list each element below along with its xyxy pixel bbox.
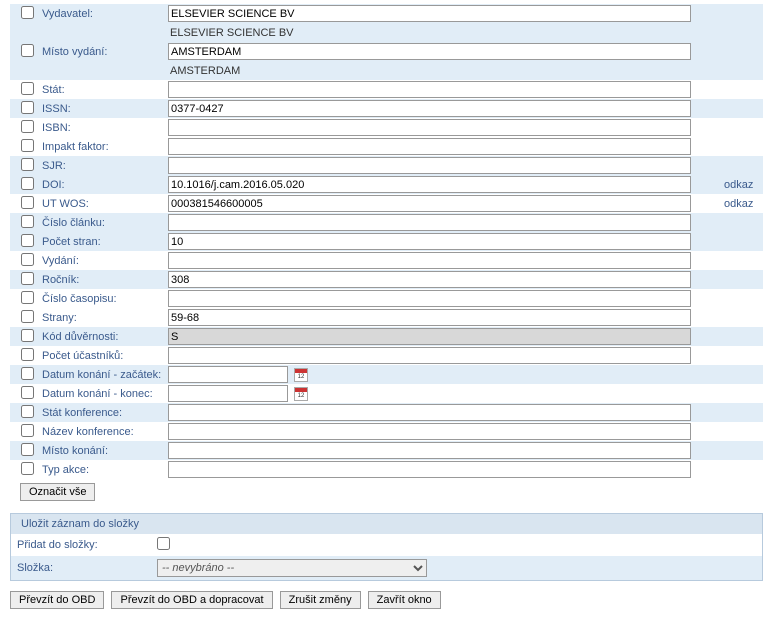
row-checkbox-date_end[interactable] [21,386,34,399]
row-checkbox-place[interactable] [21,44,34,57]
link-doi[interactable]: odkaz [724,179,753,191]
label-issn: ISSN: [38,99,168,118]
input-isbn[interactable] [168,119,691,136]
input-edition[interactable] [168,252,691,269]
label-conf_code: Kód důvěrnosti: [38,327,168,346]
label-event_type: Typ akce: [38,460,168,479]
row-checkbox-doi[interactable] [21,177,34,190]
label-date_start: Datum konání - začátek: [38,365,168,384]
input-issn[interactable] [168,100,691,117]
select-all-button[interactable]: Označit vše [20,483,95,501]
input-participants[interactable] [168,347,691,364]
label-pages: Počet stran: [38,232,168,251]
label-utwos: UT WOS: [38,194,168,213]
input-range[interactable] [168,309,691,326]
input-date_end[interactable] [168,385,288,402]
input-date_start[interactable] [168,366,288,383]
input-impact[interactable] [168,138,691,155]
panel-title: Uložit záznam do složky [11,514,762,534]
row-checkbox-participants[interactable] [21,348,34,361]
label-conf_place: Místo konání: [38,441,168,460]
label-publisher: Vydavatel: [38,4,168,23]
link-utwos[interactable]: odkaz [724,198,753,210]
input-conf_name[interactable] [168,423,691,440]
input-conf_state[interactable] [168,404,691,421]
label-doi: DOI: [38,175,168,194]
add-to-folder-checkbox[interactable] [157,537,170,550]
label-state: Stát: [38,80,168,99]
label-conf_name: Název konference: [38,422,168,441]
input-articleno[interactable] [168,214,691,231]
row-checkbox-conf_state[interactable] [21,405,34,418]
label-issue: Číslo časopisu: [38,289,168,308]
row-checkbox-volume[interactable] [21,272,34,285]
row-checkbox-state[interactable] [21,82,34,95]
label-articleno: Číslo článku: [38,213,168,232]
row-checkbox-conf_name[interactable] [21,424,34,437]
input-publisher[interactable] [168,5,691,22]
label-volume: Ročník: [38,270,168,289]
row-checkbox-issue[interactable] [21,291,34,304]
row-checkbox-conf_code[interactable] [21,329,34,342]
label-participants: Počet účastníků: [38,346,168,365]
calendar-icon[interactable] [294,387,308,401]
label-range: Strany: [38,308,168,327]
label-date_end: Datum konání - konec: [38,384,168,403]
label-conf_state: Stát konference: [38,403,168,422]
input-state[interactable] [168,81,691,98]
display-publisher: ELSEVIER SCIENCE BV [168,27,294,39]
take-to-obd-button[interactable]: Převzít do OBD [10,591,104,609]
row-checkbox-edition[interactable] [21,253,34,266]
row-checkbox-pages[interactable] [21,234,34,247]
input-utwos[interactable] [168,195,691,212]
input-conf_place[interactable] [168,442,691,459]
row-checkbox-event_type[interactable] [21,462,34,475]
row-checkbox-issn[interactable] [21,101,34,114]
label-place: Místo vydání: [38,42,168,61]
input-conf_code [168,328,691,345]
input-place[interactable] [168,43,691,60]
label-impact: Impakt faktor: [38,137,168,156]
input-issue[interactable] [168,290,691,307]
row-checkbox-range[interactable] [21,310,34,323]
row-checkbox-articleno[interactable] [21,215,34,228]
add-to-folder-label: Přidat do složky: [17,539,157,551]
label-sjr: SJR: [38,156,168,175]
input-sjr[interactable] [168,157,691,174]
close-window-button[interactable]: Zavřít okno [368,591,441,609]
row-checkbox-isbn[interactable] [21,120,34,133]
row-checkbox-conf_place[interactable] [21,443,34,456]
folder-select[interactable]: -- nevybráno -- [157,559,427,577]
display-place: AMSTERDAM [168,65,240,77]
row-checkbox-impact[interactable] [21,139,34,152]
calendar-icon[interactable] [294,368,308,382]
row-checkbox-date_start[interactable] [21,367,34,380]
label-edition: Vydání: [38,251,168,270]
input-pages[interactable] [168,233,691,250]
cancel-changes-button[interactable]: Zrušit změny [280,591,361,609]
label-isbn: ISBN: [38,118,168,137]
input-volume[interactable] [168,271,691,288]
row-checkbox-utwos[interactable] [21,196,34,209]
input-event_type[interactable] [168,461,691,478]
input-doi[interactable] [168,176,691,193]
save-to-folder-panel: Uložit záznam do složky Přidat do složky… [10,513,763,581]
form-table: Vydavatel:ELSEVIER SCIENCE BVMísto vydán… [10,4,763,479]
row-checkbox-sjr[interactable] [21,158,34,171]
folder-label: Složka: [17,562,157,574]
take-to-obd-edit-button[interactable]: Převzít do OBD a dopracovat [111,591,272,609]
row-checkbox-publisher[interactable] [21,6,34,19]
